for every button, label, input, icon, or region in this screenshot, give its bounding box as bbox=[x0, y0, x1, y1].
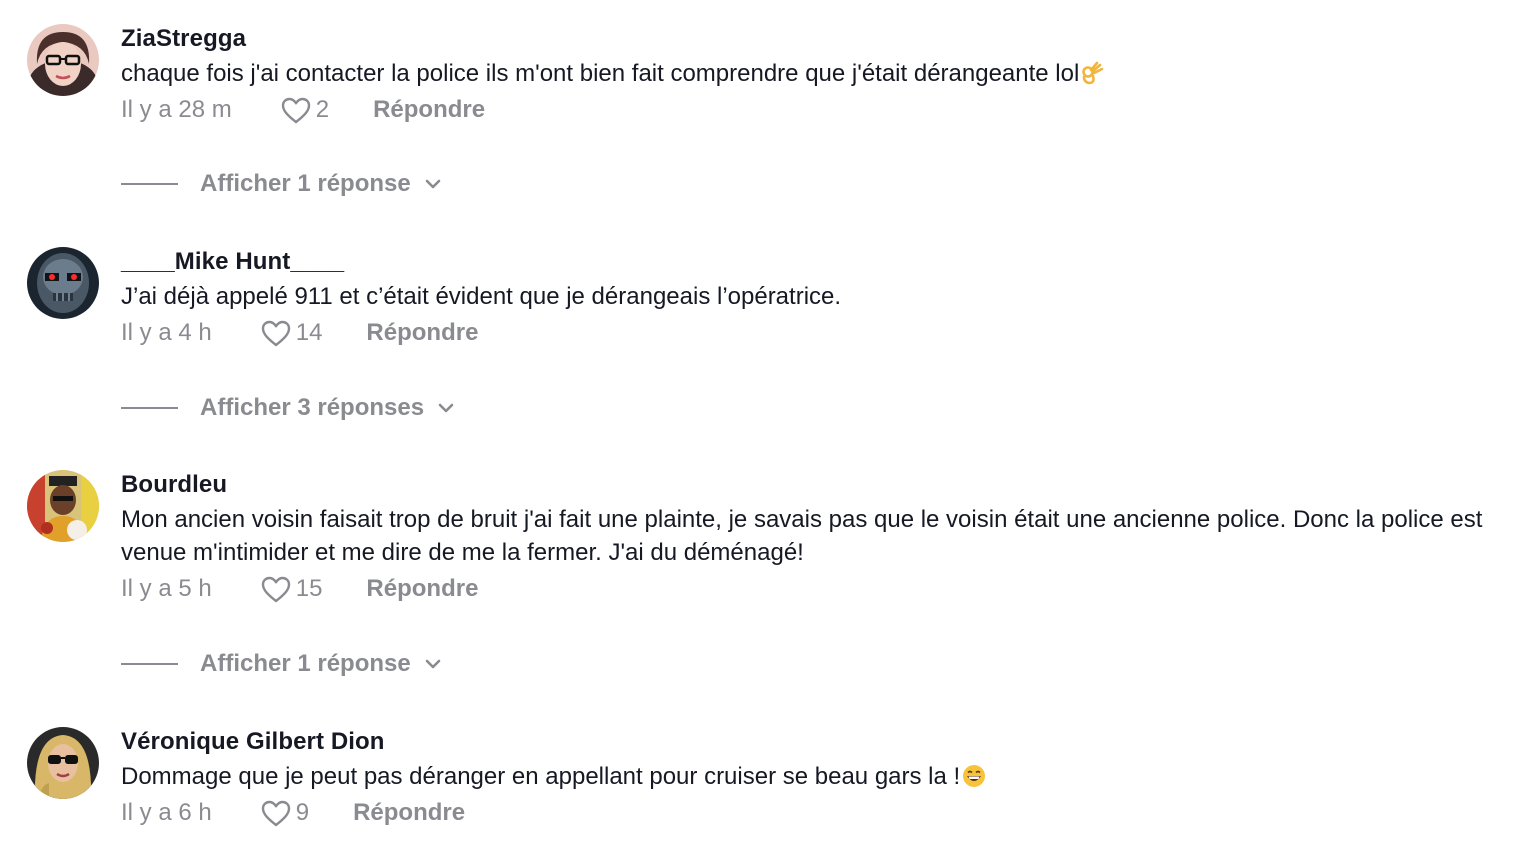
grinning-face-emoji-icon bbox=[963, 765, 986, 787]
comment-text: J’ai déjà appelé 911 et c’était évident … bbox=[121, 283, 842, 310]
reply-button[interactable]: Répondre bbox=[366, 319, 478, 347]
comment-text: Dommage que je peut pas déranger en appe… bbox=[121, 760, 1511, 793]
divider-line bbox=[121, 183, 178, 185]
avatar[interactable] bbox=[27, 247, 99, 319]
comment-text-content: Dommage que je peut pas déranger en appe… bbox=[121, 763, 961, 790]
like-count: 2 bbox=[315, 96, 330, 123]
like-button[interactable]: 15 bbox=[260, 574, 323, 604]
comment-meta: Il y a 5 h 15 Répondre bbox=[121, 571, 1511, 607]
reply-button[interactable]: Répondre bbox=[373, 96, 485, 124]
heart-icon bbox=[261, 576, 290, 603]
comment-text-content: chaque fois j'ai contacter la police ils… bbox=[121, 60, 1080, 87]
view-replies-label: Afficher 3 réponses bbox=[200, 394, 425, 421]
comment-timestamp: Il y a 5 h bbox=[121, 575, 212, 602]
comments-list: ZiaStregga chaque fois j'ai contacter la… bbox=[0, 0, 1534, 860]
divider-line bbox=[121, 663, 178, 665]
heart-icon bbox=[261, 800, 290, 827]
view-replies-label: Afficher 1 réponse bbox=[200, 170, 411, 197]
like-button[interactable]: 9 bbox=[260, 798, 309, 828]
like-button[interactable]: 2 bbox=[280, 95, 329, 125]
view-replies-button[interactable]: Afficher 1 réponse bbox=[121, 168, 443, 200]
comment-timestamp: Il y a 28 m bbox=[121, 96, 232, 123]
like-button[interactable]: 14 bbox=[260, 318, 323, 348]
comment-timestamp: Il y a 6 h bbox=[121, 799, 212, 826]
comment-username[interactable]: ____Mike Hunt____ bbox=[121, 247, 1511, 277]
avatar[interactable] bbox=[27, 727, 99, 799]
like-count: 9 bbox=[295, 799, 310, 826]
ok-hand-emoji-icon bbox=[1082, 61, 1104, 85]
comment-meta: Il y a 28 m 2 Répondre bbox=[121, 92, 1511, 128]
comment-meta: Il y a 6 h 9 Répondre bbox=[121, 795, 1511, 831]
comment-text: chaque fois j'ai contacter la police ils… bbox=[121, 57, 1511, 90]
comment-username[interactable]: Véronique Gilbert Dion bbox=[121, 727, 1511, 757]
like-count: 14 bbox=[295, 319, 323, 346]
chevron-down-icon bbox=[425, 659, 441, 669]
reply-button[interactable]: Répondre bbox=[353, 799, 465, 827]
divider-line bbox=[121, 407, 178, 409]
chevron-down-icon bbox=[438, 403, 454, 413]
view-replies-label: Afficher 1 réponse bbox=[200, 650, 411, 677]
heart-icon bbox=[261, 320, 290, 347]
view-replies-button[interactable]: Afficher 3 réponses bbox=[121, 392, 456, 424]
view-replies-button[interactable]: Afficher 1 réponse bbox=[121, 648, 443, 680]
chevron-down-icon bbox=[425, 179, 441, 189]
heart-icon bbox=[281, 97, 310, 124]
avatar[interactable] bbox=[27, 470, 99, 542]
like-count: 15 bbox=[295, 575, 323, 602]
reply-button[interactable]: Répondre bbox=[366, 575, 478, 603]
comment-timestamp: Il y a 4 h bbox=[121, 319, 212, 346]
comment-meta: Il y a 4 h 14 Répondre bbox=[121, 315, 1511, 351]
comment-text: Mon ancien voisin faisait trop de bruit … bbox=[121, 506, 1483, 566]
comment-username[interactable]: ZiaStregga bbox=[121, 24, 1511, 54]
avatar[interactable] bbox=[27, 24, 99, 96]
comment-username[interactable]: Bourdleu bbox=[121, 470, 1511, 500]
